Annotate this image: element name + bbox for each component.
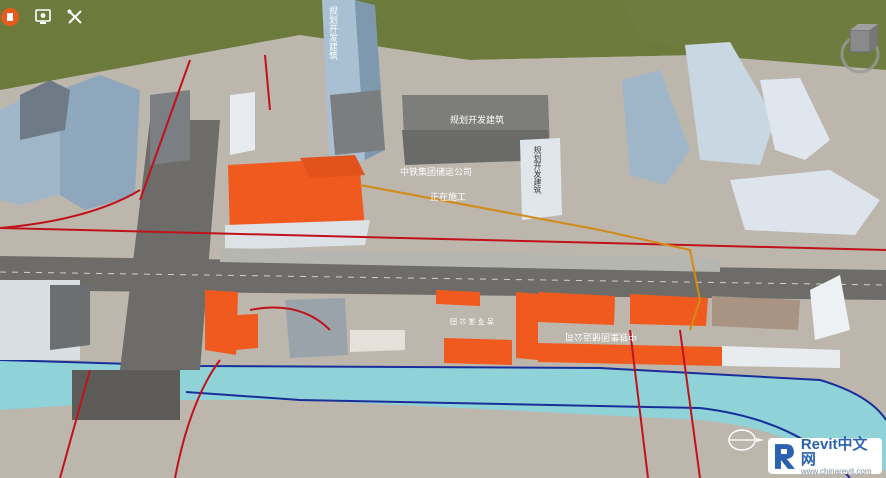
orange-block-7 xyxy=(516,292,538,360)
compass[interactable] xyxy=(726,426,766,456)
viewcube-icon xyxy=(840,24,880,74)
orange-block-1 xyxy=(205,290,238,355)
orange-block-4 xyxy=(538,292,615,325)
app-logo-icon xyxy=(1,8,19,26)
screenshot-icon xyxy=(35,9,51,24)
watermark-brand: Revit中文网 xyxy=(800,435,868,468)
bim-3d-viewport[interactable] xyxy=(0,0,886,478)
orange-building-top xyxy=(300,155,365,178)
tools-button[interactable] xyxy=(62,4,88,30)
viewcube[interactable] xyxy=(836,24,880,84)
gray-cluster xyxy=(285,298,348,358)
tan-building xyxy=(712,296,800,330)
revit-logo-icon xyxy=(774,444,795,469)
white-cluster xyxy=(350,330,405,352)
building-left-5 xyxy=(50,285,90,350)
app-logo-button[interactable] xyxy=(0,4,24,30)
building-thin xyxy=(230,92,255,155)
orange-block-8 xyxy=(538,343,722,366)
construction-label: 正在施工 xyxy=(430,193,467,203)
orange-block-3 xyxy=(436,290,480,306)
signage-label-1: 中铁集团储运公司 xyxy=(565,331,638,341)
orange-block-2 xyxy=(236,314,258,350)
compass-icon xyxy=(728,429,764,451)
signage-label-2: 苦 苓 溪 公 园 xyxy=(450,317,494,325)
viewer-toolbar xyxy=(0,0,88,34)
tools-icon xyxy=(67,9,82,24)
small-building-label: 规划开发建筑 xyxy=(533,146,542,194)
watermark-url: www.chinarevit.com xyxy=(800,466,872,476)
watermark-logo: Revit中文网 www.chinarevit.com xyxy=(768,435,882,476)
screenshot-button[interactable] xyxy=(30,4,56,30)
orange-block-6 xyxy=(444,338,512,365)
tower-label: 规划开发建筑 xyxy=(327,6,337,60)
tower-podium xyxy=(330,90,385,155)
block-label: 规划开发建筑 xyxy=(450,116,505,126)
building-left-2 xyxy=(60,75,140,210)
company-label: 中铁集团储运公司 xyxy=(400,168,473,178)
